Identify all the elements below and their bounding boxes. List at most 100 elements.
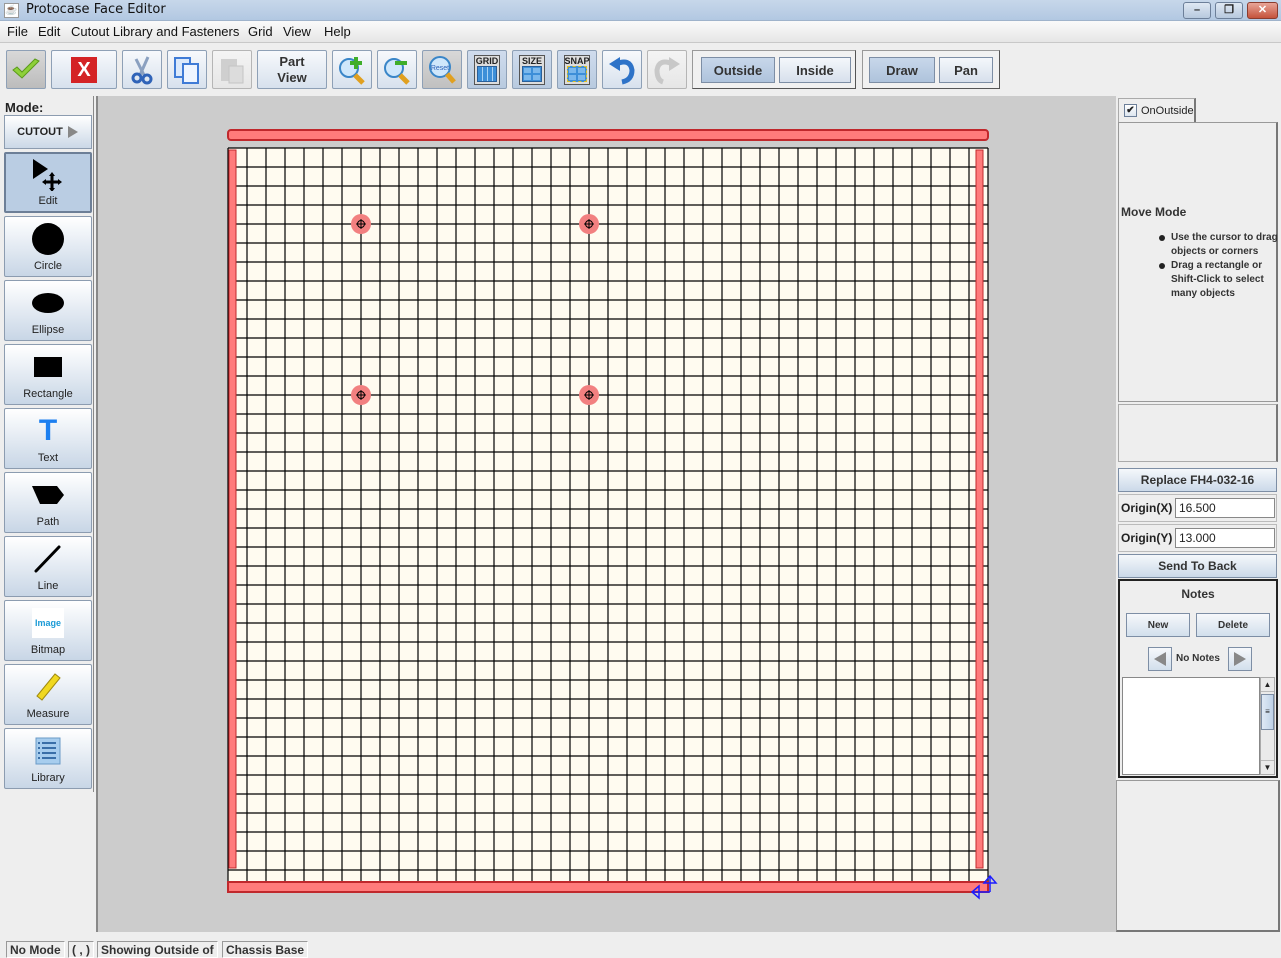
tab-onoutside[interactable]: ✔ OnOutside	[1118, 98, 1196, 122]
redo-button[interactable]	[647, 50, 687, 89]
edit-move-icon	[30, 156, 66, 192]
arrow-right-icon	[1234, 652, 1246, 666]
part-view-label-2: View	[277, 69, 307, 85]
java-app-icon: ☕	[4, 3, 19, 18]
flange-top	[227, 129, 989, 141]
paste-button[interactable]	[212, 50, 252, 89]
send-to-back-button[interactable]: Send To Back	[1118, 554, 1277, 578]
new-note-button[interactable]: New	[1126, 613, 1190, 637]
status-mode: No Mode	[6, 941, 65, 958]
copy-button[interactable]	[167, 50, 207, 89]
inside-button[interactable]: Inside	[779, 57, 851, 83]
tool-label: Path	[36, 516, 60, 528]
drawing-canvas[interactable]	[96, 96, 1116, 932]
menu-bar: File Edit Cutout Library and Fasteners G…	[0, 21, 1281, 43]
hint-item: Drag a rectangle or Shift-Click to selec…	[1155, 259, 1279, 301]
tool-measure[interactable]: Measure	[4, 664, 92, 725]
cancel-button[interactable]: X	[51, 50, 117, 89]
draw-button[interactable]: Draw	[869, 57, 935, 83]
minimize-button[interactable]: –	[1183, 2, 1211, 19]
delete-note-button[interactable]: Delete	[1196, 613, 1270, 637]
ellipse-icon	[32, 285, 64, 321]
snap-toggle-button[interactable]: SNAP	[557, 50, 597, 89]
side-toggle-group: Outside Inside	[692, 50, 856, 89]
outside-button[interactable]: Outside	[701, 57, 775, 83]
notes-panel: Notes New Delete No Notes ▲ ≡ ▼	[1118, 579, 1278, 778]
menu-help[interactable]: Help	[324, 24, 351, 39]
bitmap-icon: Image	[32, 605, 64, 641]
tool-edit[interactable]: Edit	[4, 152, 92, 213]
grid-toggle-button[interactable]: GRID	[467, 50, 507, 89]
next-note-button[interactable]	[1228, 647, 1252, 671]
checkmark-icon	[12, 57, 40, 79]
rectangle-icon	[34, 349, 62, 385]
status-showing: Showing Outside of	[97, 941, 218, 958]
redo-icon	[654, 56, 680, 84]
onoutside-label: OnOutside	[1141, 104, 1194, 117]
tool-rectangle[interactable]: Rectangle	[4, 344, 92, 405]
accept-button[interactable]	[6, 50, 46, 89]
undo-icon	[609, 56, 635, 84]
menu-view[interactable]: View	[283, 24, 311, 39]
cut-button[interactable]	[122, 50, 162, 89]
face-drawing[interactable]	[98, 96, 1118, 932]
hint-text: Use the cursor to drag objects or corner…	[1171, 232, 1278, 257]
text-icon: T	[38, 414, 58, 447]
origin-x-input[interactable]	[1175, 498, 1275, 518]
menu-edit[interactable]: Edit	[38, 24, 60, 39]
onoutside-checkbox[interactable]: ✔	[1124, 104, 1137, 117]
notes-title: Notes	[1181, 587, 1215, 601]
title-bar: ☕ Protocase Face Editor – ❐ ✕	[0, 0, 1281, 21]
zoom-reset-button[interactable]: Reset	[422, 50, 462, 89]
replace-cutout-button[interactable]: Replace FH4-032-16	[1118, 468, 1277, 492]
library-icon	[35, 733, 61, 769]
move-mode-title: Move Mode	[1121, 205, 1187, 219]
svg-text:Reset: Reset	[431, 65, 449, 72]
tool-label: Text	[37, 452, 59, 464]
tool-ellipse[interactable]: Ellipse	[4, 280, 92, 341]
pan-button[interactable]: Pan	[939, 57, 993, 83]
close-window-button[interactable]: ✕	[1247, 2, 1278, 19]
flange-left	[228, 149, 237, 869]
size-toggle-button[interactable]: SIZE	[512, 50, 552, 89]
previous-note-button[interactable]	[1148, 647, 1172, 671]
tool-text[interactable]: T Text	[4, 408, 92, 469]
notes-textarea[interactable]	[1122, 677, 1260, 775]
origin-y-input[interactable]	[1175, 528, 1275, 548]
size-icon: SIZE	[519, 54, 545, 85]
status-bar: No Mode ( , ) Showing Outside of Chassis…	[0, 934, 1281, 958]
menu-cutout-library[interactable]: Cutout Library and Fasteners	[71, 24, 239, 39]
zoom-in-button[interactable]	[332, 50, 372, 89]
zoom-out-button[interactable]	[377, 50, 417, 89]
part-view-button[interactable]: Part View	[257, 50, 327, 89]
menu-file[interactable]: File	[7, 24, 28, 39]
tool-label: Line	[37, 580, 59, 592]
tool-circle[interactable]: Circle	[4, 216, 92, 277]
scroll-down-icon[interactable]: ▼	[1261, 760, 1274, 774]
tool-toggle-group: Draw Pan	[862, 50, 1000, 89]
arrow-left-icon	[1154, 652, 1166, 666]
hint-item: Use the cursor to drag objects or corner…	[1155, 231, 1279, 259]
menu-grid[interactable]: Grid	[248, 24, 273, 39]
mode-label: Mode:	[5, 100, 44, 115]
tool-label: Rectangle	[23, 388, 73, 400]
properties-spacer	[1118, 404, 1278, 462]
paste-icon	[221, 58, 244, 83]
path-icon	[31, 477, 65, 513]
tool-line[interactable]: Line	[4, 536, 92, 597]
restore-button[interactable]: ❐	[1215, 2, 1243, 19]
minimize-icon: –	[1193, 4, 1201, 16]
tool-label: Ellipse	[31, 324, 65, 336]
mode-info-panel: Move Mode Use the cursor to drag objects…	[1118, 122, 1278, 402]
undo-button[interactable]	[602, 50, 642, 89]
cutout-mode-button[interactable]: CUTOUT	[4, 115, 92, 149]
scroll-up-icon[interactable]: ▲	[1261, 678, 1274, 692]
origin-x-row: Origin(X)	[1118, 494, 1277, 522]
tool-library[interactable]: Library	[4, 728, 92, 789]
tool-path[interactable]: Path	[4, 472, 92, 533]
scroll-thumb[interactable]: ≡	[1261, 694, 1274, 730]
window-title: Protocase Face Editor	[26, 2, 166, 17]
tool-bitmap[interactable]: Image Bitmap	[4, 600, 92, 661]
cutout-label: CUTOUT	[17, 126, 63, 138]
notes-scrollbar[interactable]: ▲ ≡ ▼	[1260, 677, 1275, 775]
